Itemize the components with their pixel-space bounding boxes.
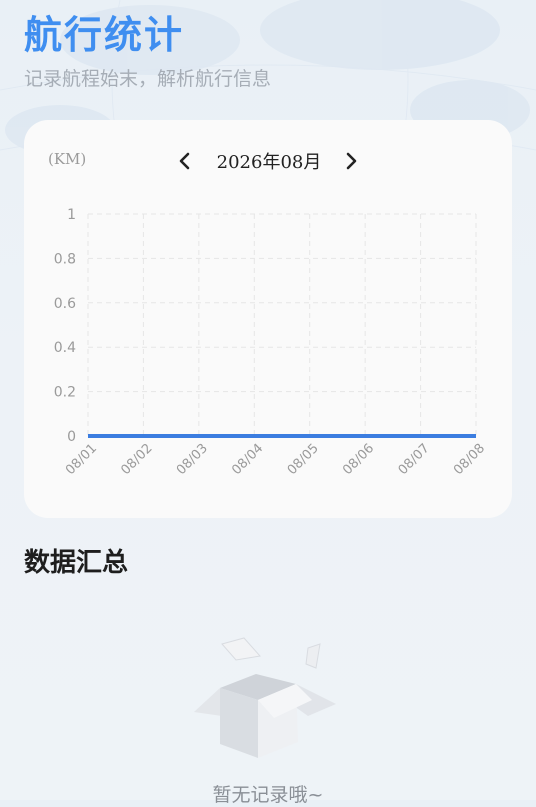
- y-tick-label: 1: [67, 207, 76, 223]
- x-tick-label: 08/02: [118, 441, 155, 478]
- x-tick-label: 08/01: [63, 441, 100, 478]
- chart-card: (KM) 2026年08月 00.20.40.60.8108/0108/0208…: [24, 120, 512, 518]
- x-tick-label: 08/04: [229, 441, 266, 478]
- page-title: 航行统计: [24, 4, 184, 59]
- x-tick-label: 08/03: [174, 441, 211, 478]
- x-tick-label: 08/07: [396, 441, 433, 478]
- y-tick-label: 0.8: [54, 251, 76, 267]
- empty-state-text: 暂无记录哦~: [0, 780, 536, 807]
- y-tick-label: 0.4: [54, 340, 76, 356]
- x-tick-label: 08/08: [451, 441, 488, 478]
- y-tick-label: 0.2: [54, 385, 76, 401]
- summary-section-title: 数据汇总: [24, 542, 128, 579]
- empty-box-icon: [186, 634, 346, 764]
- y-tick-label: 0.6: [54, 296, 76, 312]
- x-tick-label: 08/06: [340, 441, 377, 478]
- distance-line-chart: 0 0.2 0.4 0.6 0.8 1 08/01 08/02 08/03 08/04 08/05 0…: [24, 120, 512, 518]
- y-tick-label: 0: [67, 429, 76, 445]
- x-tick-label: 08/05: [285, 441, 322, 478]
- page-subtitle: 记录航程始末，解析航行信息: [24, 64, 271, 91]
